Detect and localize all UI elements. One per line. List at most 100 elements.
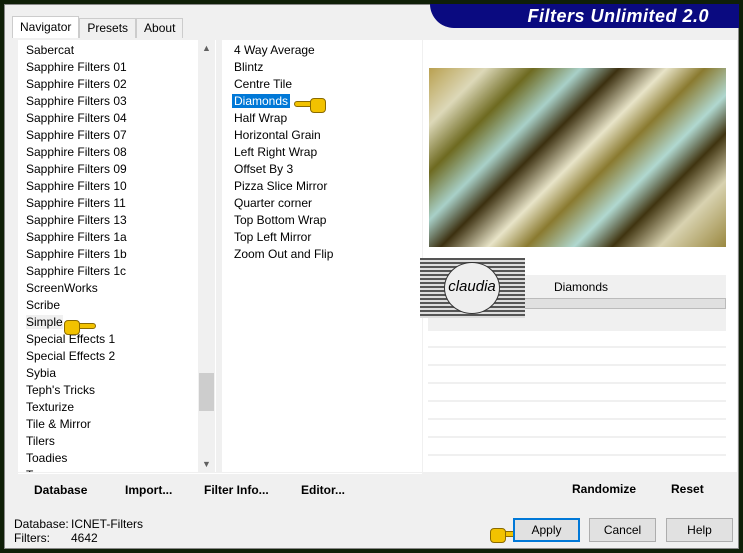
preview-toolbar: Randomize Reset — [428, 473, 737, 500]
reset-button[interactable]: Reset — [671, 482, 704, 496]
list-item[interactable]: Sapphire Filters 10 — [26, 178, 127, 195]
list-item[interactable]: Sapphire Filters 02 — [26, 76, 127, 93]
scroll-down-icon[interactable]: ▼ — [198, 459, 215, 469]
list-item[interactable]: Sapphire Filters 13 — [26, 212, 127, 229]
list-item-label: Texturize — [26, 400, 75, 414]
database-value: ICNET-Filters — [71, 517, 143, 531]
list-item-label: Sapphire Filters 01 — [26, 60, 127, 74]
divider — [428, 346, 726, 348]
cancel-button[interactable]: Cancel — [589, 518, 656, 542]
list-item[interactable]: Blintz — [234, 59, 263, 76]
list-item[interactable]: 4 Way Average — [234, 42, 315, 59]
list-item-label: 4 Way Average — [234, 43, 315, 57]
divider — [428, 436, 726, 438]
list-item[interactable]: Left Right Wrap — [234, 144, 317, 161]
list-item-label: Sapphire Filters 10 — [26, 179, 127, 193]
list-item-label: Simple — [26, 315, 63, 329]
list-item[interactable]: Sapphire Filters 01 — [26, 59, 127, 76]
navigator-toolbar: Database Import... Filter Info... Editor… — [18, 473, 422, 500]
filter-info-button[interactable]: Filter Info... — [204, 483, 269, 497]
list-item[interactable]: Teph's Tricks — [26, 382, 95, 399]
list-item[interactable]: Simple — [26, 314, 63, 331]
list-item[interactable]: Texturize — [26, 399, 74, 416]
list-item[interactable]: Top Left Mirror — [234, 229, 311, 246]
list-item-label: Tramages — [26, 468, 80, 472]
help-button[interactable]: Help — [666, 518, 733, 542]
list-item-label: Top Bottom Wrap — [234, 213, 327, 227]
list-item[interactable]: Zoom Out and Flip — [234, 246, 333, 263]
list-item-label: Scribe — [26, 298, 61, 312]
list-item-label: Centre Tile — [234, 77, 293, 91]
list-item[interactable]: Special Effects 2 — [26, 348, 115, 365]
list-item[interactable]: Sapphire Filters 04 — [26, 110, 127, 127]
list-item[interactable]: Top Bottom Wrap — [234, 212, 326, 229]
list-item-label: Zoom Out and Flip — [234, 247, 334, 261]
list-item[interactable]: Sapphire Filters 08 — [26, 144, 127, 161]
list-item-label: Sapphire Filters 11 — [26, 196, 126, 210]
database-button[interactable]: Database — [34, 483, 87, 497]
tab-bar: Navigator Presets About — [12, 16, 184, 38]
list-item[interactable]: Half Wrap — [234, 110, 287, 127]
database-label: Database: — [14, 517, 69, 531]
list-item[interactable]: Diamonds — [232, 93, 291, 110]
list-item-label: Pizza Slice Mirror — [234, 179, 328, 193]
pointing-hand-icon — [294, 97, 326, 113]
list-item[interactable]: Sybia — [26, 365, 56, 382]
list-item[interactable]: Sapphire Filters 1a — [26, 229, 127, 246]
list-item[interactable]: Centre Tile — [234, 76, 292, 93]
list-item-label: Toadies — [26, 451, 68, 465]
category-scrollbar[interactable]: ▲ ▼ — [198, 40, 215, 472]
list-item[interactable]: Sabercat — [26, 42, 74, 59]
list-item[interactable]: ScreenWorks — [26, 280, 98, 297]
list-item-label: Sapphire Filters 08 — [26, 145, 127, 159]
list-item[interactable]: Sapphire Filters 03 — [26, 93, 127, 110]
import-button[interactable]: Import... — [125, 483, 172, 497]
list-item[interactable]: Scribe — [26, 297, 60, 314]
list-item-label: Half Wrap — [234, 111, 288, 125]
list-item-label: Left Right Wrap — [234, 145, 318, 159]
editor-button[interactable]: Editor... — [301, 483, 345, 497]
list-item-label: Horizontal Grain — [234, 128, 321, 142]
list-item-label: Sapphire Filters 03 — [26, 94, 127, 108]
scroll-up-icon[interactable]: ▲ — [198, 43, 215, 53]
divider — [428, 382, 726, 384]
preview-image — [429, 68, 726, 247]
list-item[interactable]: Sapphire Filters 07 — [26, 127, 127, 144]
tab-presets[interactable]: Presets — [79, 18, 137, 38]
watermark-logo: claudia — [420, 258, 525, 318]
preview-panel: Diamonds — [423, 40, 737, 472]
list-item[interactable]: Sapphire Filters 09 — [26, 161, 127, 178]
list-item[interactable]: Offset By 3 — [234, 161, 293, 178]
list-item-label: Sapphire Filters 04 — [26, 111, 127, 125]
app-title: Filters Unlimited 2.0 — [527, 6, 709, 26]
list-item[interactable]: Quarter corner — [234, 195, 312, 212]
list-item[interactable]: Tramages — [26, 467, 80, 472]
list-item[interactable]: Tilers — [26, 433, 55, 450]
list-item-label: Sapphire Filters 1c — [26, 264, 127, 278]
scrollbar-thumb[interactable] — [199, 373, 214, 411]
pointing-hand-icon — [64, 319, 96, 335]
list-item-label: Sapphire Filters 13 — [26, 213, 127, 227]
list-item-label: Teph's Tricks — [26, 383, 95, 397]
list-item[interactable]: Sapphire Filters 11 — [26, 195, 126, 212]
list-item[interactable]: Tile & Mirror — [26, 416, 91, 433]
list-item[interactable]: Pizza Slice Mirror — [234, 178, 327, 195]
apply-button[interactable]: Apply — [513, 518, 580, 542]
list-item[interactable]: Toadies — [26, 450, 67, 467]
list-item[interactable]: Horizontal Grain — [234, 127, 321, 144]
tab-about[interactable]: About — [136, 18, 184, 38]
list-item[interactable]: Sapphire Filters 1b — [26, 246, 127, 263]
status-area: Database: ICNET-Filters Filters: 4642 — [14, 517, 143, 545]
tab-navigator[interactable]: Navigator — [12, 16, 80, 38]
list-item[interactable]: Sapphire Filters 1c — [26, 263, 126, 280]
category-list[interactable]: Sabercat Sapphire Filters 01 Sapphire Filt… — [18, 40, 216, 472]
watermark-text: claudia — [444, 262, 500, 314]
list-item-label: Blintz — [234, 60, 264, 74]
divider — [428, 364, 726, 366]
preview-filter-name: Diamonds — [554, 280, 609, 294]
list-item-label: Sapphire Filters 1a — [26, 230, 127, 244]
randomize-button[interactable]: Randomize — [572, 482, 636, 496]
list-item-label: Tilers — [26, 434, 55, 448]
filters-label: Filters: — [14, 531, 50, 545]
list-item-label: Sapphire Filters 02 — [26, 77, 127, 91]
